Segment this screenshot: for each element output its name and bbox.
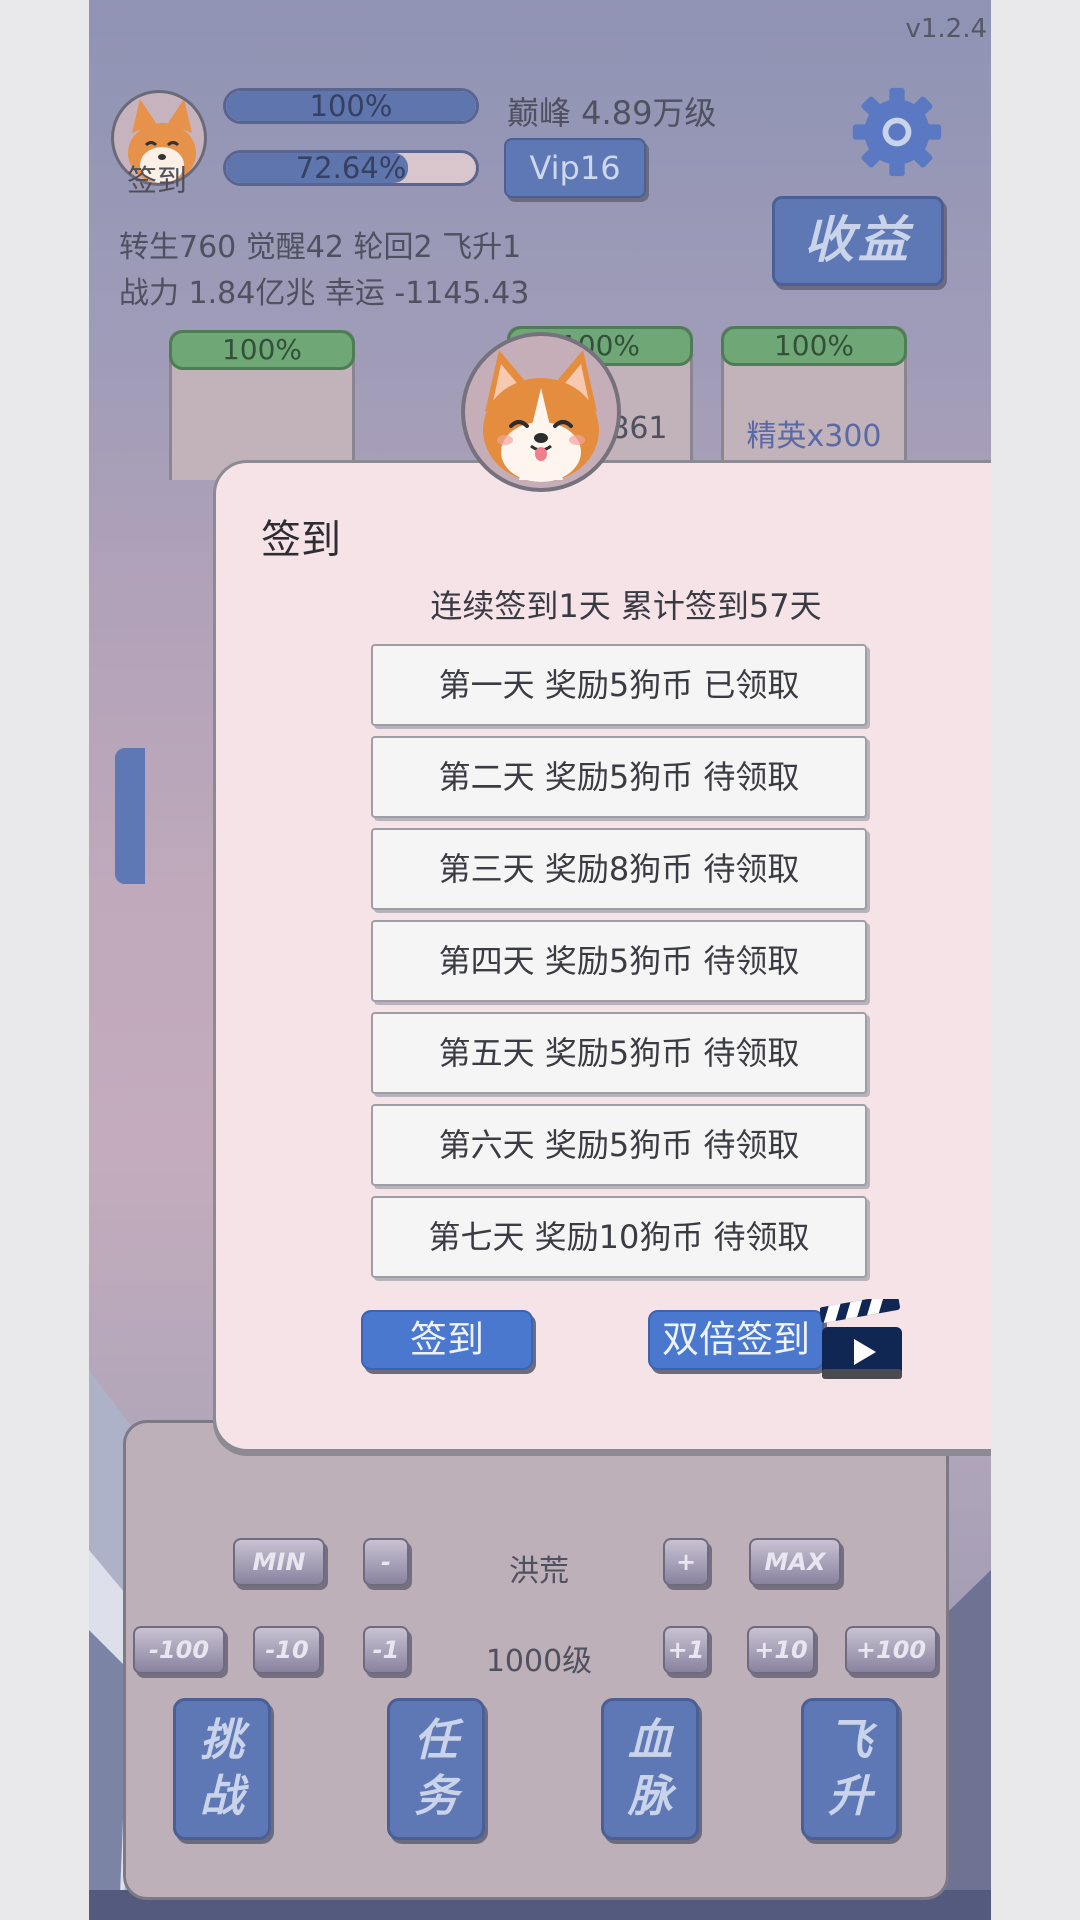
- dialog-title: 签到: [261, 517, 341, 563]
- corgi-icon: [461, 332, 621, 492]
- plus-button[interactable]: +: [663, 1538, 709, 1586]
- minus-button[interactable]: -: [363, 1538, 409, 1586]
- card-3-progress: 100%: [721, 326, 907, 366]
- income-button[interactable]: 收益: [772, 196, 944, 286]
- sign-in-summary: 连续签到1天 累计签到57天: [430, 587, 822, 625]
- bloodline-button[interactable]: 血 脉: [601, 1698, 699, 1840]
- reward-day-1[interactable]: 第一天 奖励5狗币 已领取: [371, 644, 867, 726]
- sign-in-dialog: 签到 连续签到1天 累计签到57天 第一天 奖励5狗币 已领取 第二天 奖励5狗…: [213, 460, 991, 1452]
- progress-bar-2-text: 72.64%: [295, 151, 407, 185]
- card-3-label: 精英x300: [746, 419, 882, 454]
- progress-bar-1-text: 100%: [309, 89, 393, 123]
- minus-10-button[interactable]: -10: [253, 1626, 321, 1674]
- clapperboard-play-icon[interactable]: [820, 1299, 904, 1381]
- plus-100-button[interactable]: +100: [845, 1626, 937, 1674]
- plus-1-button[interactable]: +1: [663, 1626, 709, 1674]
- peak-level: 巅峰 4.89万级: [507, 94, 717, 132]
- reward-day-4[interactable]: 第四天 奖励5狗币 待领取: [371, 920, 867, 1002]
- challenge-label: 挑 战: [200, 1715, 244, 1822]
- max-button[interactable]: MAX: [749, 1538, 841, 1586]
- version-label: v1.2.4: [905, 14, 987, 44]
- min-button[interactable]: MIN: [233, 1538, 325, 1586]
- task-label: 任 务: [414, 1715, 458, 1822]
- reward-day-3[interactable]: 第三天 奖励8狗币 待领取: [371, 828, 867, 910]
- gear-icon[interactable]: [849, 84, 945, 180]
- double-sign-in-button[interactable]: 双倍签到: [648, 1310, 824, 1370]
- progress-bar-1: 100%: [223, 88, 479, 124]
- reward-day-7[interactable]: 第七天 奖励10狗币 待领取: [371, 1196, 867, 1278]
- plus-10-button[interactable]: +10: [747, 1626, 815, 1674]
- minus-100-button[interactable]: -100: [133, 1626, 225, 1674]
- reward-day-6[interactable]: 第六天 奖励5狗币 待领取: [371, 1104, 867, 1186]
- realm-label: 洪荒: [509, 1554, 569, 1589]
- ascend-button[interactable]: 飞 升: [801, 1698, 899, 1840]
- minus-1-button[interactable]: -1: [363, 1626, 409, 1674]
- game-screen: v1.2.4 签到 100% 72.64% 巅峰 4.89万级 Vip16 收益…: [89, 0, 991, 1920]
- vip-button[interactable]: Vip16: [504, 138, 646, 198]
- stats-line-1: 转生760 觉醒42 轮回2 飞升1: [119, 230, 522, 265]
- reward-day-5[interactable]: 第五天 奖励5狗币 待领取: [371, 1012, 867, 1094]
- progress-bar-2: 72.64%: [223, 150, 479, 186]
- left-side-tab[interactable]: [115, 748, 145, 884]
- sign-in-label[interactable]: 签到: [127, 156, 187, 200]
- task-button[interactable]: 任 务: [387, 1698, 485, 1840]
- stats-line-2: 战力 1.84亿兆 幸运 -1145.43: [119, 276, 530, 311]
- reward-list: 第一天 奖励5狗币 已领取 第二天 奖励5狗币 待领取 第三天 奖励8狗币 待领…: [371, 644, 867, 1288]
- card-1-progress: 100%: [169, 330, 355, 370]
- corgi-medallion: [459, 330, 623, 494]
- bloodline-label: 血 脉: [628, 1715, 672, 1822]
- sign-in-button[interactable]: 签到: [361, 1310, 533, 1370]
- card-3[interactable]: 100% 精英x300: [721, 326, 907, 476]
- ascend-label: 飞 升: [828, 1715, 872, 1822]
- challenge-button[interactable]: 挑 战: [173, 1698, 271, 1840]
- card-1[interactable]: 100%: [169, 330, 355, 480]
- reward-day-2[interactable]: 第二天 奖励5狗币 待领取: [371, 736, 867, 818]
- level-label: 1000级: [485, 1644, 593, 1679]
